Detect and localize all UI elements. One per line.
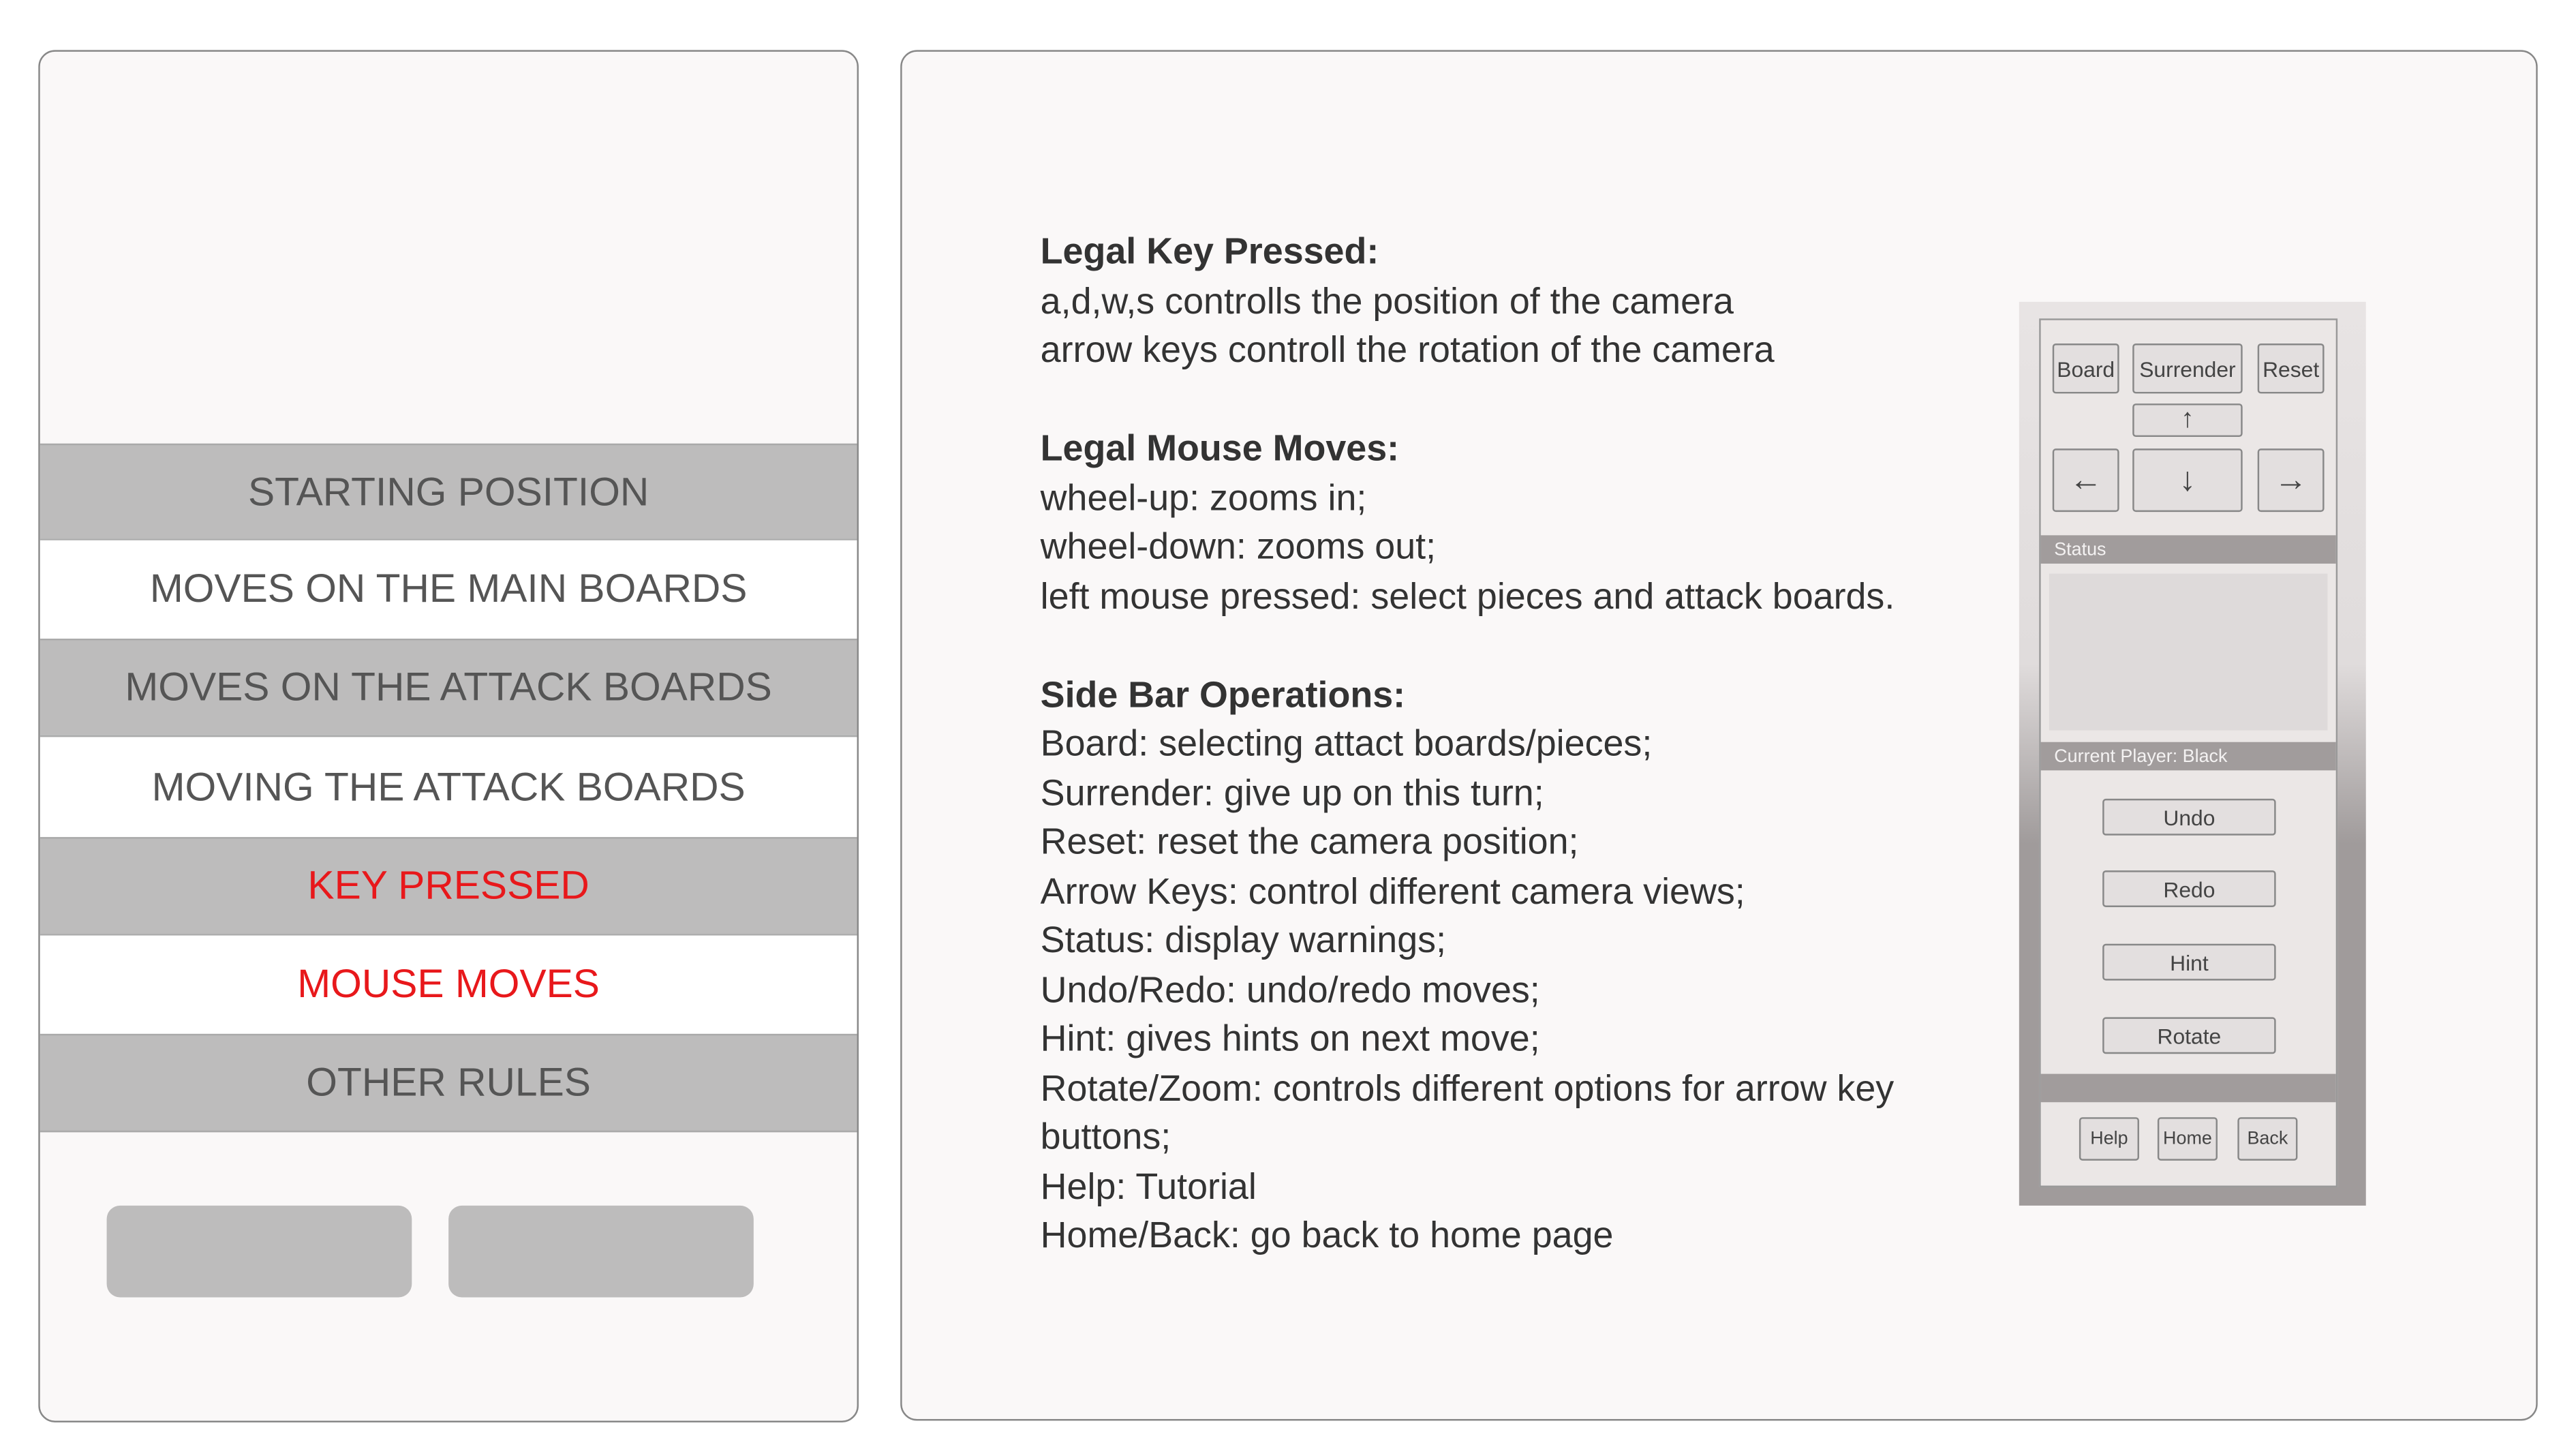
status-bar: Status xyxy=(2040,535,2336,564)
menu-item-other-rules[interactable]: OTHER RULES xyxy=(40,1033,857,1133)
help-line: Board: selecting attact boards/pieces; xyxy=(1040,722,1653,764)
help-line: Status: display warnings; xyxy=(1040,919,1447,961)
menu-item-label: KEY PRESSED xyxy=(307,864,589,909)
keys-heading: Legal Key Pressed: xyxy=(1040,230,1379,272)
menu-item-label: MOVES ON THE MAIN BOARDS xyxy=(149,566,748,612)
arrow-up-icon: ↑ xyxy=(2132,403,2243,438)
mouse-heading: Legal Mouse Moves: xyxy=(1040,427,1400,469)
mock-surrender-button: Surrender xyxy=(2132,343,2243,394)
arrow-down-icon: ↓ xyxy=(2132,448,2243,513)
rules-menu-panel: STARTING POSITION MOVES ON THE MAIN BOAR… xyxy=(38,50,859,1422)
help-line: Arrow Keys: control different camera vie… xyxy=(1040,869,1745,912)
sidebar-heading: Side Bar Operations: xyxy=(1040,673,1406,715)
menu-item-label: MOVING THE ATTACK BOARDS xyxy=(151,764,746,810)
menu-item-label: OTHER RULES xyxy=(306,1059,591,1105)
mock-rotate-button: Rotate xyxy=(2102,1017,2276,1054)
previous-button[interactable] xyxy=(106,1205,412,1298)
help-line: Help: Tutorial xyxy=(1040,1164,1257,1207)
menu-item-label: STARTING POSITION xyxy=(247,469,649,515)
menu-item-key-pressed[interactable]: KEY PRESSED xyxy=(40,837,857,936)
sidebar-mockup-image: Board Surrender Reset ↑ ← ↓ → Status Cur… xyxy=(2019,301,2366,1206)
rule-content-panel: Legal Key Pressed: a,d,w,s controlls the… xyxy=(900,50,2538,1421)
help-line: Undo/Redo: undo/redo moves; xyxy=(1040,968,1540,1010)
help-line: Rotate/Zoom: controls different options … xyxy=(1040,1066,1895,1157)
current-player-bar: Current Player: Black xyxy=(2040,742,2336,771)
mock-hint-button: Hint xyxy=(2102,943,2276,981)
help-line: a,d,w,s controlls the position of the ca… xyxy=(1040,279,1734,321)
help-line: wheel-up: zooms in; xyxy=(1040,476,1367,518)
status-box xyxy=(2049,573,2328,731)
arrow-right-icon: → xyxy=(2257,448,2325,513)
menu-item-starting-position[interactable]: STARTING POSITION xyxy=(40,443,857,540)
menu-item-mouse-moves[interactable]: MOUSE MOVES xyxy=(40,934,857,1036)
mock-reset-button: Reset xyxy=(2257,343,2325,394)
sidebar-mockup: Board Surrender Reset ↑ ← ↓ → Status Cur… xyxy=(2039,318,2338,1187)
help-line: Surrender: give up on this turn; xyxy=(1040,771,1544,813)
help-line: Hint: gives hints on next move; xyxy=(1040,1017,1540,1059)
menu-item-attack-boards[interactable]: MOVES ON THE ATTACK BOARDS xyxy=(40,639,857,737)
mock-help-button: Help xyxy=(2079,1117,2139,1161)
mock-redo-button: Redo xyxy=(2102,870,2276,907)
help-line: left mouse pressed: select pieces and at… xyxy=(1040,574,1895,617)
arrow-left-icon: ← xyxy=(2052,448,2119,513)
mock-undo-button: Undo xyxy=(2102,798,2276,836)
footer-bar xyxy=(2040,1073,2336,1103)
help-line: Reset: reset the camera position; xyxy=(1040,820,1579,862)
mock-home-button: Home xyxy=(2157,1117,2218,1161)
help-text: Legal Key Pressed: a,d,w,s controlls the… xyxy=(1041,227,1941,1260)
help-line: arrow keys controll the rotation of the … xyxy=(1040,328,1775,371)
next-button[interactable] xyxy=(448,1205,754,1298)
mock-board-button: Board xyxy=(2052,343,2119,394)
menu-item-label: MOUSE MOVES xyxy=(297,962,600,1007)
menu-item-label: MOVES ON THE ATTACK BOARDS xyxy=(125,665,772,711)
mock-back-button: Back xyxy=(2237,1117,2298,1161)
help-line: Home/Back: go back to home page xyxy=(1040,1214,1614,1256)
menu-item-moving-attack-boards[interactable]: MOVING THE ATTACK BOARDS xyxy=(40,735,857,839)
help-line: wheel-down: zooms out; xyxy=(1040,525,1437,567)
menu-item-main-boards[interactable]: MOVES ON THE MAIN BOARDS xyxy=(40,538,857,641)
